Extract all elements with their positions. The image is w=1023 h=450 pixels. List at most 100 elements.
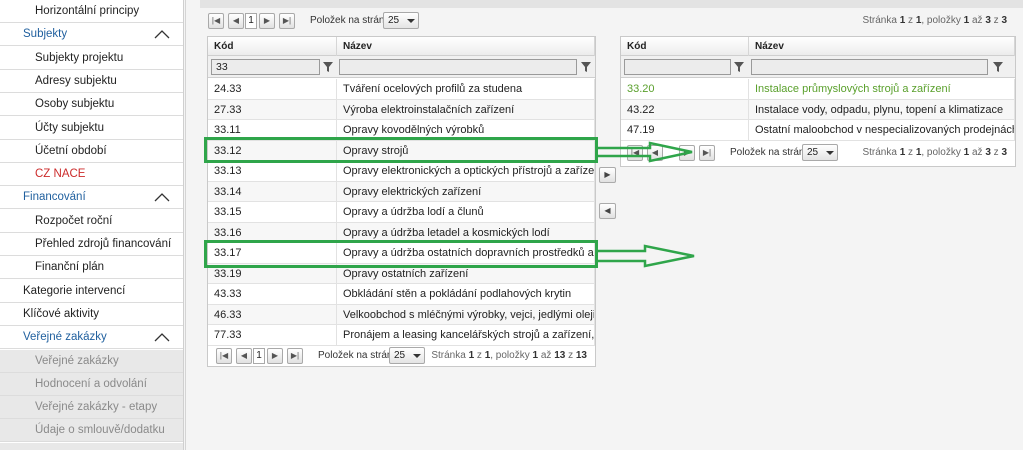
per-page-value: 25 bbox=[807, 147, 819, 158]
last-page-button[interactable]: ▶| bbox=[279, 13, 295, 29]
right-filter-row bbox=[621, 56, 1015, 78]
first-page-button[interactable]: |◀ bbox=[208, 13, 224, 29]
next-page-button[interactable]: ▶ bbox=[259, 13, 275, 29]
sidebar-item-more[interactable] bbox=[0, 442, 183, 450]
page-info-right: Stránka 1 z 1, položky 1 až 3 z 3 bbox=[862, 147, 1007, 158]
per-page-select[interactable]: 25 bbox=[383, 12, 419, 29]
move-left-icon: ◀ bbox=[604, 206, 611, 215]
table-row[interactable]: 33.15 Opravy a údržba lodí a člunů bbox=[208, 202, 595, 223]
per-page-select[interactable]: 25 bbox=[802, 144, 838, 161]
prev-page-button[interactable]: ◀ bbox=[236, 348, 252, 364]
info-to-word: až bbox=[971, 15, 983, 26]
nazev-filter-input[interactable] bbox=[339, 59, 577, 75]
table-row[interactable]: 77.33 Pronájem a leasing kancelářských st… bbox=[208, 325, 595, 346]
table-row[interactable]: 46.33 Velkoobchod s mléčnými výrobky, vej… bbox=[208, 304, 595, 325]
info-items: , položky bbox=[921, 15, 961, 26]
chevron-up-icon[interactable] bbox=[154, 27, 170, 41]
first-page-button[interactable]: |◀ bbox=[627, 145, 643, 161]
first-page-icon: |◀ bbox=[630, 148, 640, 157]
page-number-input[interactable]: 1 bbox=[245, 13, 257, 29]
info-to: 13 bbox=[554, 350, 566, 361]
sidebar-item-label: Veřejné zakázky bbox=[23, 331, 107, 344]
last-page-button[interactable]: ▶| bbox=[699, 145, 715, 161]
sidebar-item-účty-subjektu[interactable]: Účty subjektu bbox=[0, 117, 183, 140]
sidebar-item-horizontální-principy[interactable]: Horizontální principy bbox=[0, 0, 183, 23]
cell-nazev: Opravy elektrických zařízení bbox=[337, 181, 595, 202]
table-row[interactable]: 47.19 Ostatní maloobchod v nespecializova… bbox=[621, 120, 1015, 141]
prev-page-button[interactable]: ◀ bbox=[228, 13, 244, 29]
right-grid: Kód Název 33.20 Instalace průmyslových st… bbox=[620, 36, 1016, 167]
table-row[interactable]: 33.20 Instalace průmyslových strojů a zař… bbox=[621, 79, 1015, 100]
left-grid: Kód Název 33 24.33 Tváření ocelových prof… bbox=[207, 36, 596, 367]
next-page-button[interactable]: ▶ bbox=[679, 145, 695, 161]
table-row[interactable]: 43.33 Obkládání stěn a pokládání podlahov… bbox=[208, 284, 595, 305]
sidebar-item-veřejné-zakázky[interactable]: Veřejné zakázky bbox=[0, 349, 183, 373]
page-number-input[interactable]: 1 bbox=[253, 348, 265, 364]
next-page-icon: ▶ bbox=[263, 16, 271, 25]
sidebar-item-rozpočet-roční[interactable]: Rozpočet roční bbox=[0, 210, 183, 233]
prev-page-button[interactable]: ◀ bbox=[647, 145, 663, 161]
table-row[interactable]: 24.33 Tváření ocelových profilů za studen… bbox=[208, 79, 595, 100]
cell-nazev: Instalace vody, odpadu, plynu, topení a … bbox=[749, 99, 1015, 120]
sidebar-item-adresy-subjektu[interactable]: Adresy subjektu bbox=[0, 70, 183, 93]
kod-filter-input[interactable]: 33 bbox=[211, 59, 320, 75]
next-page-button[interactable]: ▶ bbox=[267, 348, 283, 364]
cell-kod: 24.33 bbox=[208, 79, 337, 99]
sidebar-item-label: Veřejné zakázky - etapy bbox=[35, 401, 158, 414]
sidebar-item-účetní-období[interactable]: Účetní období bbox=[0, 140, 183, 163]
cell-kod: 77.33 bbox=[208, 325, 337, 345]
chevron-up-icon[interactable] bbox=[154, 190, 170, 204]
table-row[interactable]: 43.22 Instalace vody, odpadu, plynu, tope… bbox=[621, 99, 1015, 120]
chevron-down-icon bbox=[826, 151, 834, 155]
sidebar-item-osoby-subjektu[interactable]: Osoby subjektu bbox=[0, 93, 183, 117]
info-to: 3 bbox=[985, 147, 991, 158]
per-page-select[interactable]: 25 bbox=[389, 347, 425, 364]
cell-nazev: Obkládání stěn a pokládání podlahových k… bbox=[337, 284, 595, 304]
sidebar-item-label: Horizontální principy bbox=[35, 5, 140, 17]
move-right-button[interactable]: ▶ bbox=[599, 167, 616, 183]
sidebar-item-hodnocení-a-odvolání[interactable]: Hodnocení a odvolání bbox=[0, 372, 183, 396]
filter-funnel-icon[interactable] bbox=[322, 60, 334, 74]
move-right-icon: ▶ bbox=[604, 170, 611, 179]
table-row[interactable]: 33.14 Opravy elektrických zařízení bbox=[208, 181, 595, 202]
sidebar-item-údaje-o-smlouvě-dodatku[interactable]: Údaje o smlouvě/dodatku bbox=[0, 419, 183, 443]
highlight-box-row-33-12 bbox=[204, 137, 598, 163]
move-left-button[interactable]: ◀ bbox=[599, 203, 616, 219]
cell-nazev: Pronájem a leasing kancelářských strojů … bbox=[337, 325, 595, 345]
sidebar-item-veřejné-zakázky-etapy[interactable]: Veřejné zakázky - etapy bbox=[0, 396, 183, 420]
sidebar-item-subjekty-projektu[interactable]: Subjekty projektu bbox=[0, 47, 183, 70]
last-page-button[interactable]: ▶| bbox=[287, 348, 303, 364]
info-total: 3 bbox=[1001, 15, 1007, 26]
sidebar-item-label: Veřejné zakázky bbox=[35, 354, 119, 367]
cell-kod: 27.33 bbox=[208, 99, 337, 120]
chevron-up-icon[interactable] bbox=[154, 330, 170, 344]
sidebar-item-klíčové-aktivity[interactable]: Klíčové aktivity bbox=[0, 303, 183, 326]
sidebar-item-finanční-plán[interactable]: Finanční plán bbox=[0, 256, 183, 280]
sidebar-item-cz-nace[interactable]: CZ NACE bbox=[0, 163, 183, 187]
sidebar-item-label: Klíčové aktivity bbox=[23, 307, 100, 320]
filter-funnel-icon[interactable] bbox=[580, 60, 592, 74]
prev-page-icon: ◀ bbox=[240, 351, 248, 360]
sidebar-item-subjekty[interactable]: Subjekty bbox=[0, 23, 183, 47]
column-header-kod[interactable]: Kód bbox=[621, 37, 749, 56]
first-page-button[interactable]: |◀ bbox=[216, 348, 232, 364]
sidebar-item-přehled-zdrojů-financování[interactable]: Přehled zdrojů financování bbox=[0, 233, 183, 256]
kod-filter-input[interactable] bbox=[624, 59, 731, 75]
nazev-filter-input[interactable] bbox=[751, 59, 988, 75]
info-of: z bbox=[908, 15, 914, 26]
sidebar-item-kategorie-intervencí[interactable]: Kategorie intervencí bbox=[0, 280, 183, 303]
cell-nazev: Výroba elektroinstalačních zařízení bbox=[337, 99, 595, 120]
filter-funnel-icon[interactable] bbox=[992, 60, 1004, 74]
table-row[interactable]: 27.33 Výroba elektroinstalačních zařízení bbox=[208, 99, 595, 120]
column-header-kod[interactable]: Kód bbox=[208, 37, 337, 56]
sidebar-item-veřejné-zakázky[interactable]: Veřejné zakázky bbox=[0, 326, 183, 350]
column-header-nazev[interactable]: Název bbox=[749, 37, 1015, 56]
column-header-nazev[interactable]: Název bbox=[337, 37, 595, 56]
per-page-value: 25 bbox=[394, 350, 406, 361]
info-page: 1 bbox=[468, 350, 475, 361]
info-total: 13 bbox=[575, 350, 587, 361]
filter-funnel-icon[interactable] bbox=[733, 60, 745, 74]
cell-nazev: Opravy a údržba lodí a člunů bbox=[337, 202, 595, 222]
sidebar-item-financování[interactable]: Financování bbox=[0, 186, 183, 210]
table-row[interactable]: 33.13 Opravy elektronických a optických p… bbox=[208, 161, 595, 182]
